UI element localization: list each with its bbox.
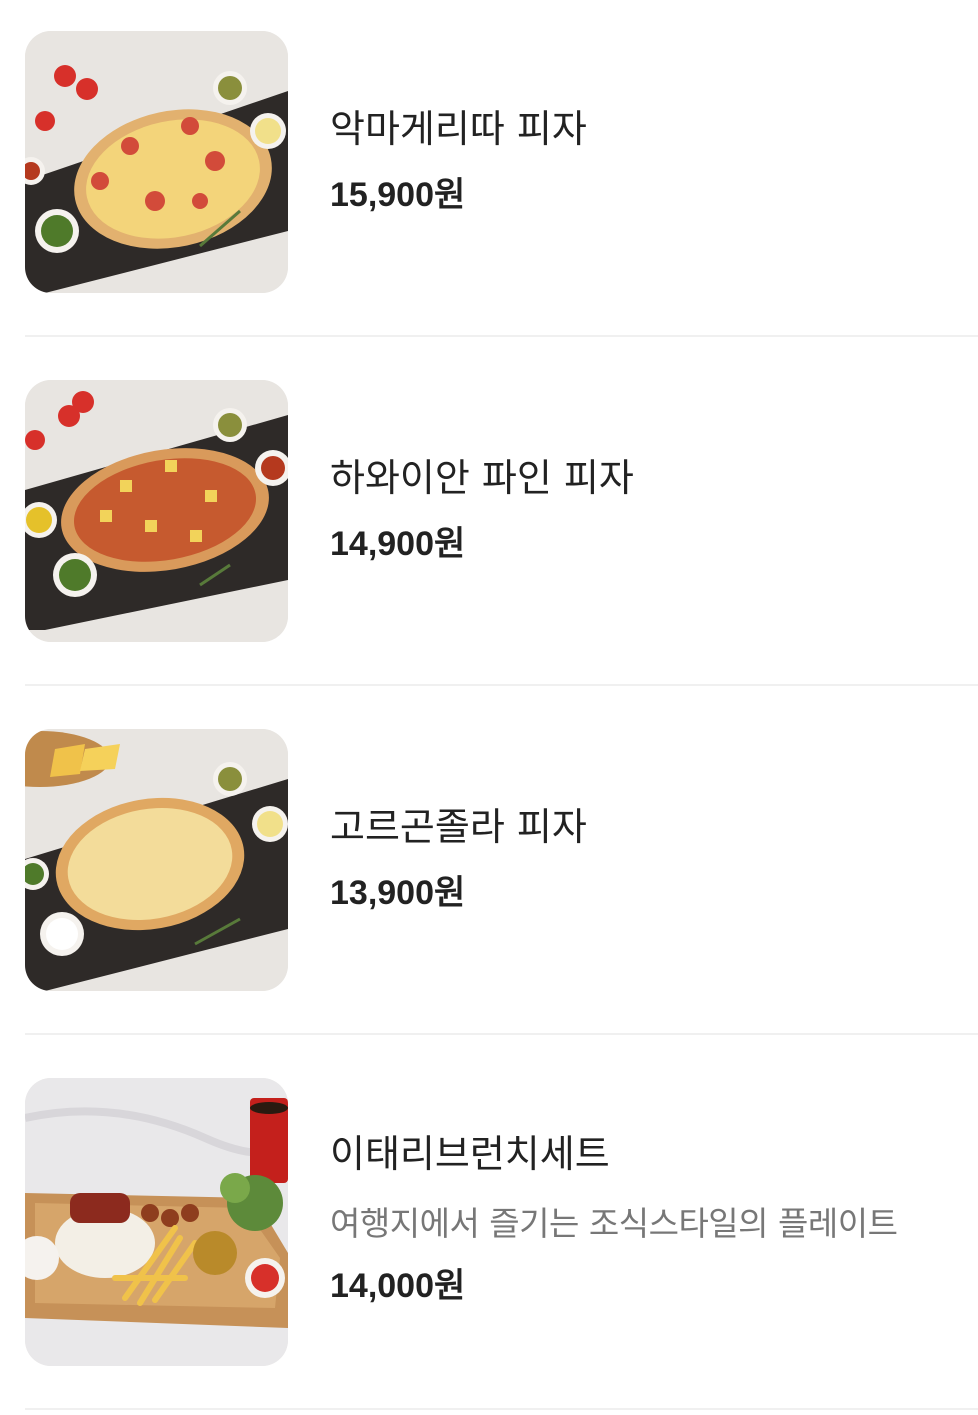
- menu-item-price: 15,900원: [330, 176, 466, 214]
- menu-item-price: 13,900원: [330, 874, 466, 912]
- pizza-hawaiian-image: [25, 380, 288, 642]
- menu-item-name: 하와이안 파인 피자: [330, 456, 634, 500]
- pizza-gorgonzola-icon: [25, 729, 288, 991]
- menu-item-info: 악마게리따 피자 15,900원: [330, 31, 978, 293]
- menu-item-info: 이태리브런치세트 여행지에서 즐기는 조식스타일의 플레이트 14,000원: [330, 1078, 978, 1366]
- menu-item-price: 14,900원: [330, 525, 466, 563]
- divider: [25, 684, 978, 686]
- brunch-plate-image: [25, 1078, 288, 1366]
- menu-item-price: 14,000원: [330, 1267, 466, 1305]
- menu-item-hawaiian-pine-pizza[interactable]: 하와이안 파인 피자 14,900원: [25, 380, 978, 642]
- menu-item-info: 하와이안 파인 피자 14,900원: [330, 380, 978, 642]
- pizza-margherita-image: [25, 31, 288, 293]
- menu-item-name: 고르곤졸라 피자: [330, 805, 587, 849]
- menu-item-name: 이태리브런치세트: [330, 1132, 610, 1176]
- menu-item-info: 고르곤졸라 피자 13,900원: [330, 729, 978, 991]
- divider: [25, 1033, 978, 1035]
- brunch-plate-icon: [25, 1078, 288, 1366]
- pizza-hawaiian-icon: [25, 380, 288, 642]
- pizza-gorgonzola-image: [25, 729, 288, 991]
- menu-item-akmagerita-pizza[interactable]: 악마게리따 피자 15,900원: [25, 31, 978, 293]
- divider: [25, 335, 978, 337]
- menu-item-italian-brunch-set[interactable]: 이태리브런치세트 여행지에서 즐기는 조식스타일의 플레이트 14,000원: [25, 1078, 978, 1366]
- menu-item-name: 악마게리따 피자: [330, 107, 587, 151]
- menu-item-description: 여행지에서 즐기는 조식스타일의 플레이트: [330, 1204, 898, 1243]
- pizza-margherita-icon: [25, 31, 288, 293]
- divider: [25, 1408, 978, 1410]
- menu-item-gorgonzola-pizza[interactable]: 고르곤졸라 피자 13,900원: [25, 729, 978, 991]
